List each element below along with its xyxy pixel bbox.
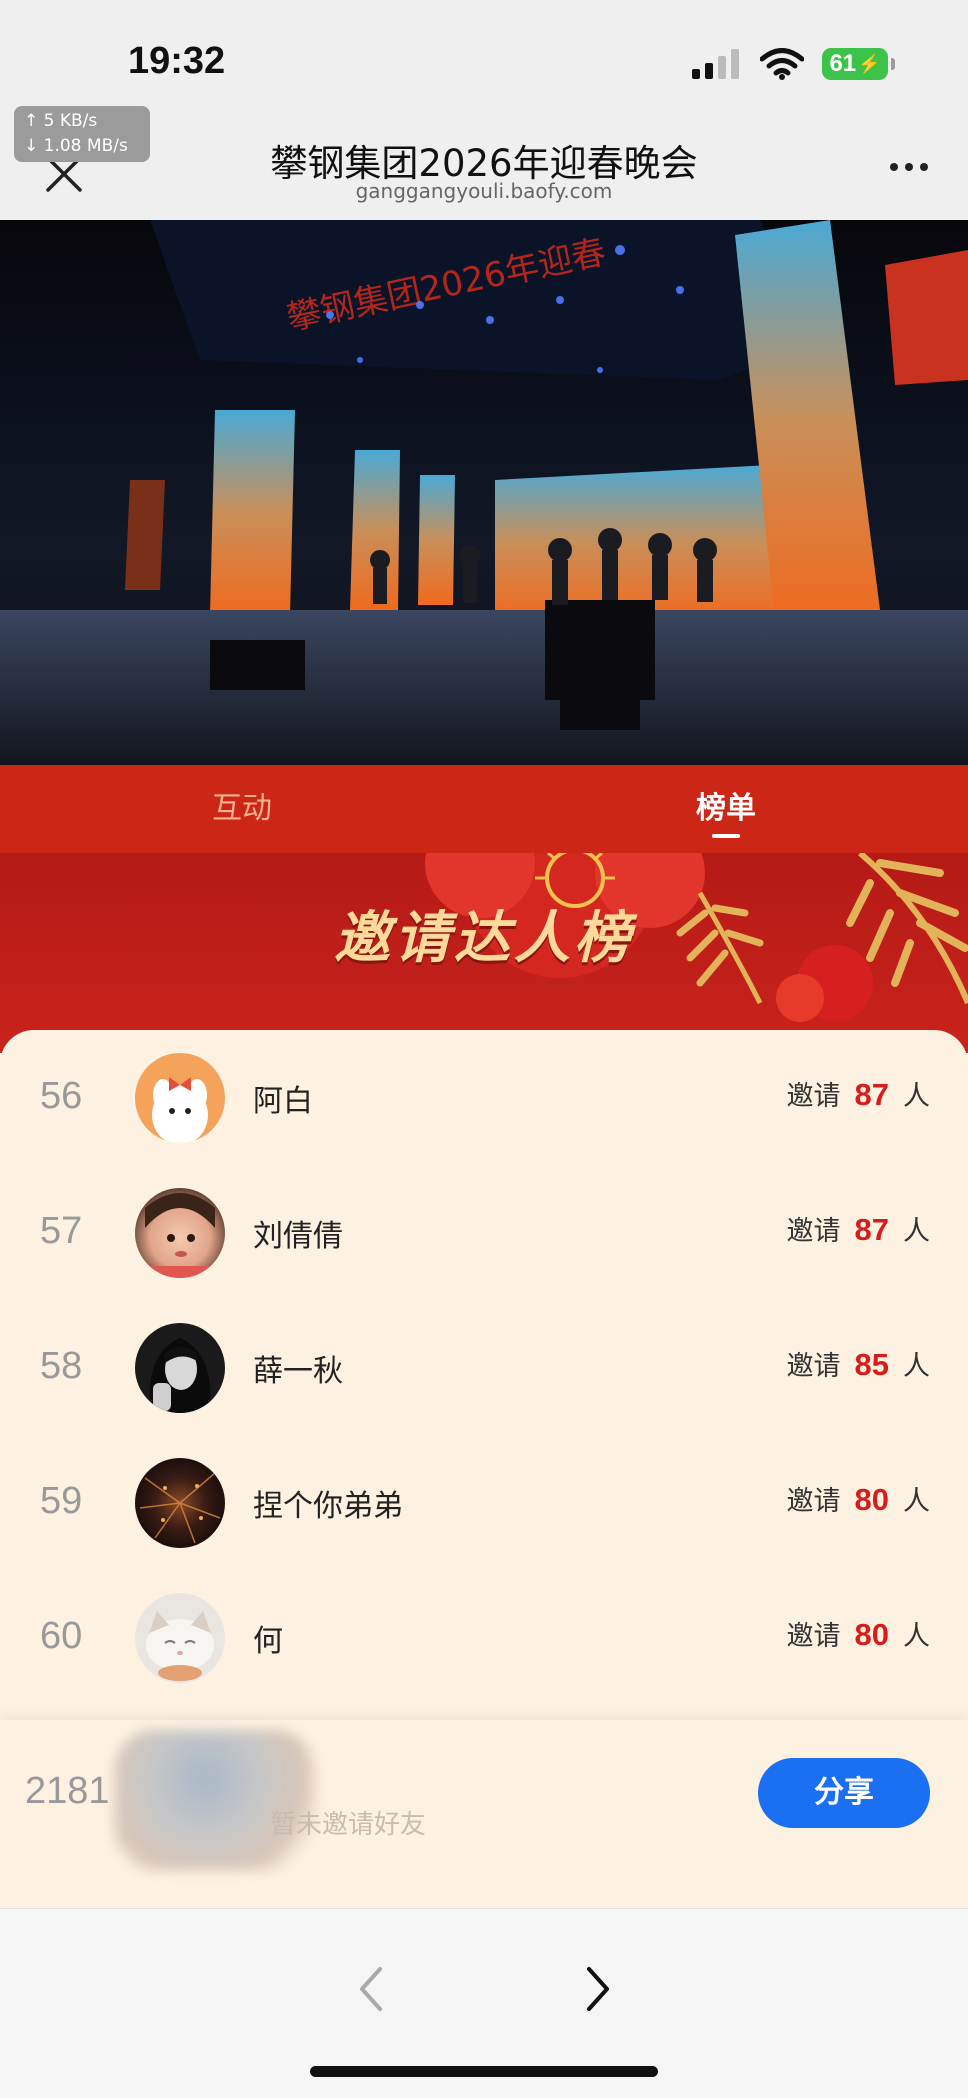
page-url: ganggangyouli.baofy.com (355, 179, 613, 203)
leaderboard-panel: 56 阿白 邀请 87 人 57 刘倩倩 邀请 87 人 58 薛一秋 邀请 85 人 59… (0, 1030, 968, 1720)
leaderboard-row: 56 阿白 邀请 87 人 (0, 1030, 968, 1165)
leaderboard-row: 58 薛一秋 邀请 85 人 (0, 1300, 968, 1435)
user-name: 刘倩倩 (253, 1219, 343, 1254)
tab-interaction[interactable]: 互动 (0, 765, 484, 853)
avatar (135, 1053, 225, 1143)
more-icon[interactable] (890, 163, 928, 171)
chevron-right-icon[interactable] (575, 1961, 619, 2017)
my-invite-hint: 暂未邀请好友 (270, 1810, 427, 1840)
battery-level: 61 (829, 50, 857, 77)
user-name: 阿白 (253, 1084, 313, 1119)
download-speed: ↓ 1.08 MB/s (24, 136, 128, 156)
signal-icon (692, 49, 739, 79)
network-speed-overlay: ↑ 5 KB/s ↓ 1.08 MB/s (14, 106, 150, 162)
status-icons: 61 ⚡ (692, 48, 895, 80)
rank-number: 56 (40, 1075, 83, 1117)
invite-number: 80 (854, 1617, 889, 1652)
invite-count: 邀请 80 人 (787, 1614, 930, 1653)
tab-label: 互动 (212, 791, 272, 826)
invite-suffix: 人 (903, 1081, 930, 1112)
invite-number: 80 (854, 1482, 889, 1517)
battery-icon: 61 ⚡ (822, 48, 895, 80)
leaderboard-row: 59 捏个你弟弟 邀请 80 人 (0, 1435, 968, 1570)
rank-number: 57 (40, 1210, 83, 1252)
invite-suffix: 人 (903, 1216, 930, 1247)
user-name: 捏个你弟弟 (253, 1489, 403, 1524)
invite-prefix: 邀请 (786, 1081, 841, 1112)
avatar (135, 1458, 225, 1548)
avatar (135, 1188, 225, 1278)
wifi-icon (760, 48, 804, 80)
home-indicator (310, 2066, 658, 2077)
leaderboard-banner: 邀请达人榜 (0, 853, 968, 1053)
status-bar: 19:32 61 ⚡ (0, 0, 968, 115)
upload-speed: ↑ 5 KB/s (24, 111, 98, 131)
rank-number: 58 (40, 1345, 83, 1387)
invite-prefix: 邀请 (786, 1351, 841, 1382)
tab-label: 榜单 (696, 791, 756, 826)
invite-suffix: 人 (903, 1621, 930, 1652)
invite-number: 87 (854, 1077, 889, 1112)
tab-bar: 互动 榜单 (0, 765, 968, 853)
leaderboard-row: 57 刘倩倩 邀请 87 人 (0, 1165, 968, 1300)
invite-count: 邀请 87 人 (787, 1074, 930, 1113)
invite-count: 邀请 85 人 (787, 1344, 930, 1383)
invite-suffix: 人 (903, 1351, 930, 1382)
my-rank-bar: 2181 暂未邀请好友 分享 (0, 1720, 968, 1908)
status-time: 19:32 (128, 40, 226, 82)
rank-number: 59 (40, 1480, 83, 1522)
my-avatar (115, 1730, 315, 1870)
stage-scene: 攀钢集团2026年迎春 (0, 220, 968, 765)
avatar (135, 1593, 225, 1683)
avatar (135, 1323, 225, 1413)
banner-title: 邀请达人榜 (334, 906, 634, 971)
user-name: 薛一秋 (253, 1354, 343, 1389)
invite-number: 85 (854, 1347, 889, 1382)
invite-prefix: 邀请 (786, 1486, 841, 1517)
rank-number: 60 (40, 1615, 83, 1657)
tab-leaderboard[interactable]: 榜单 (484, 765, 968, 853)
user-name: 何 (253, 1624, 283, 1659)
tab-active-indicator (712, 834, 740, 838)
my-rank-number: 2181 (25, 1770, 110, 1812)
invite-prefix: 邀请 (786, 1621, 841, 1652)
invite-prefix: 邀请 (786, 1216, 841, 1247)
leaderboard-row: 60 何 邀请 80 人 (0, 1570, 968, 1705)
live-video[interactable]: 攀钢集团2026年迎春 (0, 220, 968, 765)
invite-count: 邀请 80 人 (787, 1479, 930, 1518)
chevron-left-icon[interactable] (350, 1961, 394, 2017)
invite-suffix: 人 (903, 1486, 930, 1517)
share-button[interactable]: 分享 (758, 1758, 930, 1828)
invite-number: 87 (854, 1212, 889, 1247)
invite-count: 邀请 87 人 (787, 1209, 930, 1248)
